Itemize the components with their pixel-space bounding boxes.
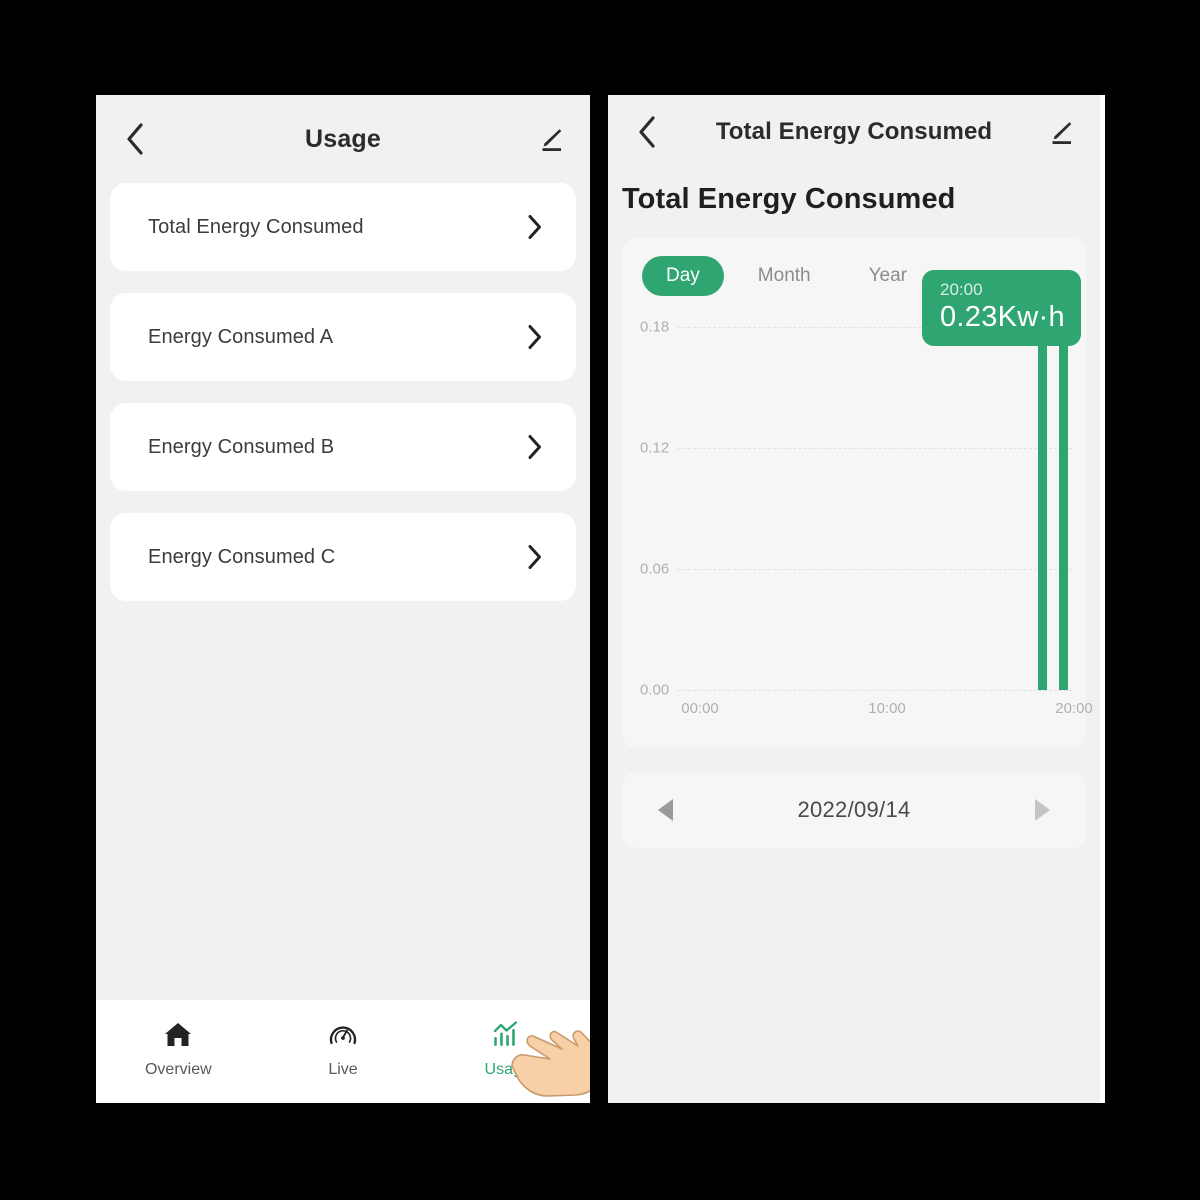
current-date: 2022/09/14: [797, 797, 911, 822]
list-item-label: Energy Consumed A: [148, 325, 334, 348]
list-item[interactable]: Energy Consumed A: [110, 293, 576, 381]
chevron-right-icon: [522, 214, 548, 240]
chevron-left-icon[interactable]: [630, 115, 664, 149]
tab-day[interactable]: Day: [642, 256, 724, 296]
list-item[interactable]: Energy Consumed C: [110, 513, 576, 601]
x-tick-label-2: 20:00: [1055, 700, 1093, 717]
x-tick-label-1: 10:00: [868, 700, 906, 717]
gauge-icon: [326, 1018, 360, 1052]
bottom-navigation: Overview Live Usage: [96, 1000, 590, 1103]
pencil-edit-icon[interactable]: [534, 122, 568, 156]
usage-list-screen: Usage Total Energy Consumed Energy Consu…: [96, 95, 590, 1103]
bar-chart-plot: 0.00 0.06 0.12 0.18 20:00 0.23Kw·h 00:00: [622, 270, 1093, 748]
detail-header: Total Energy Consumed: [608, 95, 1100, 169]
triangle-left-icon[interactable]: [658, 799, 673, 821]
list-item-label: Energy Consumed C: [148, 545, 336, 568]
total-energy-detail-screen: Total Energy Consumed Total Energy Consu…: [608, 95, 1100, 1103]
bar-20-00[interactable]: [1059, 310, 1068, 690]
energy-chart-card: Day Month Year 0.00 0.06 0.12 0.18 20:00…: [622, 238, 1093, 748]
list-item[interactable]: Total Energy Consumed: [110, 183, 576, 271]
chevron-right-icon: [522, 324, 548, 350]
usage-list: Total Energy Consumed Energy Consumed A: [96, 183, 590, 601]
nav-label-overview: Overview: [144, 1061, 212, 1078]
pencil-edit-icon[interactable]: [1044, 115, 1078, 149]
nav-label-live: Live: [328, 1061, 358, 1078]
section-heading: Total Energy Consumed: [622, 183, 956, 215]
panel-edge-divider: [1100, 95, 1105, 1103]
detail-page-title: Total Energy Consumed: [715, 118, 993, 145]
triangle-right-icon[interactable]: [1034, 799, 1050, 821]
tooltip-value: 0.23Kw·h: [940, 301, 1065, 333]
list-item[interactable]: Energy Consumed B: [110, 403, 576, 491]
chevron-left-icon[interactable]: [118, 122, 152, 156]
nav-label-usage: Usage: [484, 1061, 531, 1078]
bar-chart-icon: [491, 1018, 525, 1052]
list-item-label: Total Energy Consumed: [148, 215, 364, 238]
nav-item-overview[interactable]: Overview: [96, 1018, 261, 1079]
date-navigator: 2022/09/14: [622, 772, 1086, 848]
chevron-right-icon: [522, 544, 548, 570]
bar-layer: [622, 310, 1086, 690]
nav-item-live[interactable]: Live: [261, 1018, 426, 1079]
x-tick-label-0: 00:00: [681, 700, 719, 717]
tab-month[interactable]: Month: [734, 256, 835, 296]
chart-tooltip: 20:00 0.23Kw·h: [922, 270, 1081, 346]
usage-header: Usage: [96, 95, 590, 183]
nav-item-usage[interactable]: Usage: [425, 1018, 590, 1079]
tooltip-time: 20:00: [940, 280, 983, 299]
usage-list-content: Usage Total Energy Consumed Energy Consu…: [96, 95, 590, 1000]
tab-year[interactable]: Year: [845, 256, 931, 296]
home-icon: [161, 1018, 195, 1052]
chevron-right-icon: [522, 434, 548, 460]
page-title: Usage: [304, 124, 382, 153]
bar-19-00[interactable]: [1038, 333, 1047, 690]
list-item-label: Energy Consumed B: [148, 435, 335, 458]
screenshot-stage: Usage Total Energy Consumed Energy Consu…: [0, 0, 1200, 1200]
gridline-0: [678, 690, 1072, 691]
